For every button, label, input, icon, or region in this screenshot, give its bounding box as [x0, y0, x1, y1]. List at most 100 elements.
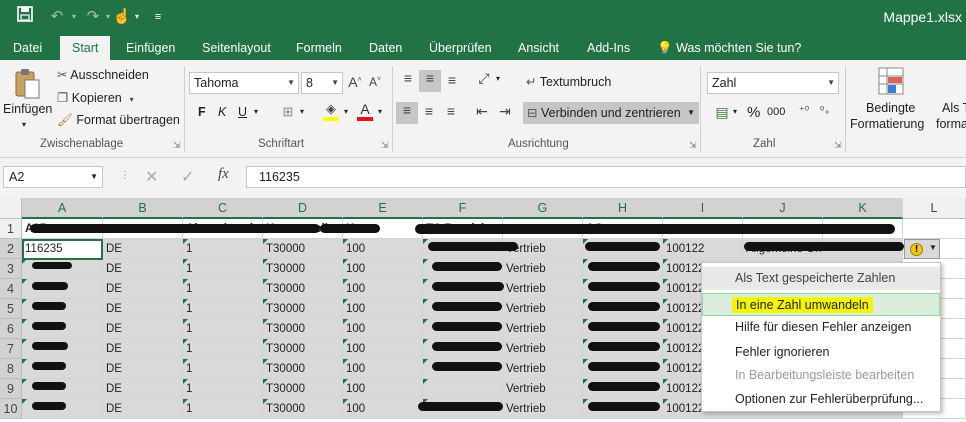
alignment-launcher-icon[interactable]: ⇲ — [689, 140, 697, 151]
menu-item-help[interactable]: Hilfe für diesen Fehler anzeigen — [702, 316, 940, 339]
cell-c4[interactable]: 1 — [183, 279, 263, 299]
row-header-1[interactable]: 1 — [0, 219, 22, 239]
cell-g10[interactable]: Vertrieb — [503, 399, 583, 419]
row-header-9[interactable]: 9 — [0, 379, 22, 399]
cell-b10[interactable]: DE — [103, 399, 183, 419]
borders-dropdown-icon[interactable]: ▾ — [300, 107, 304, 116]
underline-dropdown-icon[interactable]: ▾ — [254, 107, 258, 116]
chevron-down-icon[interactable]: ▼ — [687, 102, 695, 124]
tab-einfuegen[interactable]: Einfügen — [126, 36, 175, 60]
format-as-table-label1[interactable]: Als T — [942, 101, 966, 115]
cell-g8[interactable]: Vertrieb — [503, 359, 583, 379]
font-launcher-icon[interactable]: ⇲ — [381, 140, 389, 151]
tab-start[interactable]: Start — [60, 36, 111, 60]
save-icon[interactable] — [14, 6, 36, 28]
paste-dropdown-icon[interactable]: ▾ — [22, 120, 26, 129]
cell-g4[interactable]: Vertrieb — [503, 279, 583, 299]
cell-c10[interactable]: 1 — [183, 399, 263, 419]
column-header-a[interactable]: A — [22, 198, 103, 219]
orientation-icon[interactable]: ⤢ — [474, 70, 494, 87]
row-header-3[interactable]: 3 — [0, 259, 22, 279]
cell-b9[interactable]: DE — [103, 379, 183, 399]
cell-b8[interactable]: DE — [103, 359, 183, 379]
percent-button[interactable]: % — [747, 104, 760, 121]
paste-icon[interactable] — [12, 68, 42, 100]
merge-center-button[interactable]: ⊟ Verbinden und zentrieren ▼ — [523, 102, 699, 124]
increase-decimal-icon[interactable]: ⁺⁰ — [794, 104, 814, 117]
cell-e7[interactable]: 100 — [343, 339, 423, 359]
undo-icon[interactable]: ↶ — [46, 6, 68, 28]
fill-color-icon[interactable]: ◈ — [322, 101, 340, 121]
column-header-h[interactable]: H — [583, 198, 663, 219]
clipboard-launcher-icon[interactable]: ⇲ — [173, 140, 181, 151]
align-bottom-icon[interactable]: ≡ — [442, 72, 462, 92]
cell-g3[interactable]: Vertrieb — [503, 259, 583, 279]
cell-e8[interactable]: 100 — [343, 359, 423, 379]
fill-dropdown-icon[interactable]: ▾ — [344, 107, 348, 116]
cell-d2[interactable]: T30000 — [263, 239, 343, 259]
tab-daten[interactable]: Daten — [369, 36, 402, 60]
currency-icon[interactable]: ▤ — [710, 104, 734, 121]
font-color-dropdown-icon[interactable]: ▾ — [378, 107, 382, 116]
conditional-formatting-label2[interactable]: Formatierung — [850, 117, 924, 131]
format-painter-button[interactable]: 🖌 Format übertragen — [57, 113, 180, 128]
column-header-e[interactable]: E — [343, 198, 423, 219]
conditional-formatting-icon[interactable] — [876, 66, 906, 98]
tab-seitenlayout[interactable]: Seitenlayout — [202, 36, 271, 60]
insert-function-icon[interactable]: fx — [218, 166, 229, 183]
cell-d6[interactable]: T30000 — [263, 319, 343, 339]
number-launcher-icon[interactable]: ⇲ — [834, 140, 842, 151]
cell-d10[interactable]: T30000 — [263, 399, 343, 419]
bold-button[interactable]: F — [198, 105, 206, 119]
menu-item-ignore-error[interactable]: Fehler ignorieren — [702, 341, 940, 364]
tab-add-ins[interactable]: Add-Ins — [587, 36, 630, 60]
customize-qat-icon[interactable]: ≡ — [150, 6, 166, 28]
cell-b3[interactable]: DE — [103, 259, 183, 279]
cell-e3[interactable]: 100 — [343, 259, 423, 279]
row-header-8[interactable]: 8 — [0, 359, 22, 379]
column-header-k[interactable]: K — [823, 198, 903, 219]
font-size-select[interactable]: 8 ▼ — [301, 72, 343, 94]
formula-input[interactable]: 116235 — [246, 166, 966, 188]
touch-dropdown-icon[interactable]: ▾ — [131, 6, 143, 28]
cell-e4[interactable]: 100 — [343, 279, 423, 299]
cell-d4[interactable]: T30000 — [263, 279, 343, 299]
cell-b6[interactable]: DE — [103, 319, 183, 339]
cell-e5[interactable]: 100 — [343, 299, 423, 319]
select-all-corner[interactable] — [0, 198, 22, 219]
column-header-i[interactable]: I — [663, 198, 743, 219]
row-header-7[interactable]: 7 — [0, 339, 22, 359]
format-as-table-label2[interactable]: forma — [936, 117, 966, 131]
cell-e10[interactable]: 100 — [343, 399, 423, 419]
cell-b2[interactable]: DE — [103, 239, 183, 259]
cell-l1[interactable] — [903, 219, 966, 239]
align-top-icon[interactable]: ≡ — [398, 70, 418, 90]
align-middle-icon[interactable]: ≡ — [419, 70, 441, 92]
name-box[interactable]: A2 ▼ — [3, 166, 103, 188]
cell-c6[interactable]: 1 — [183, 319, 263, 339]
underline-button[interactable]: U — [238, 105, 247, 119]
column-header-b[interactable]: B — [103, 198, 183, 219]
cell-b7[interactable]: DE — [103, 339, 183, 359]
cell-c3[interactable]: 1 — [183, 259, 263, 279]
comma-style-button[interactable]: 000 — [767, 106, 785, 118]
italic-button[interactable]: K — [218, 105, 226, 119]
cell-d5[interactable]: T30000 — [263, 299, 343, 319]
cell-c9[interactable]: 1 — [183, 379, 263, 399]
increase-indent-icon[interactable]: ⇥ — [495, 103, 515, 120]
cell-c2[interactable]: 1 — [183, 239, 263, 259]
align-right-icon[interactable]: ≡ — [441, 103, 461, 119]
cell-d3[interactable]: T30000 — [263, 259, 343, 279]
cell-i2[interactable]: 100122 — [663, 239, 743, 259]
menu-item-error-checking-options[interactable]: Optionen zur Fehlerüberprüfung... — [702, 388, 940, 411]
currency-dropdown-icon[interactable]: ▾ — [733, 107, 737, 116]
menu-item-convert-to-number[interactable]: In eine Zahl umwandeln — [702, 293, 940, 316]
column-header-j[interactable]: J — [743, 198, 823, 219]
row-header-2[interactable]: 2 — [0, 239, 22, 259]
shrink-font-icon[interactable]: A˅ — [368, 75, 382, 89]
column-header-c[interactable]: C — [183, 198, 263, 219]
orientation-dropdown-icon[interactable]: ▾ — [496, 74, 500, 83]
row-header-5[interactable]: 5 — [0, 299, 22, 319]
cancel-icon[interactable]: ✕ — [145, 167, 158, 187]
cell-g9[interactable]: Vertrieb — [503, 379, 583, 399]
